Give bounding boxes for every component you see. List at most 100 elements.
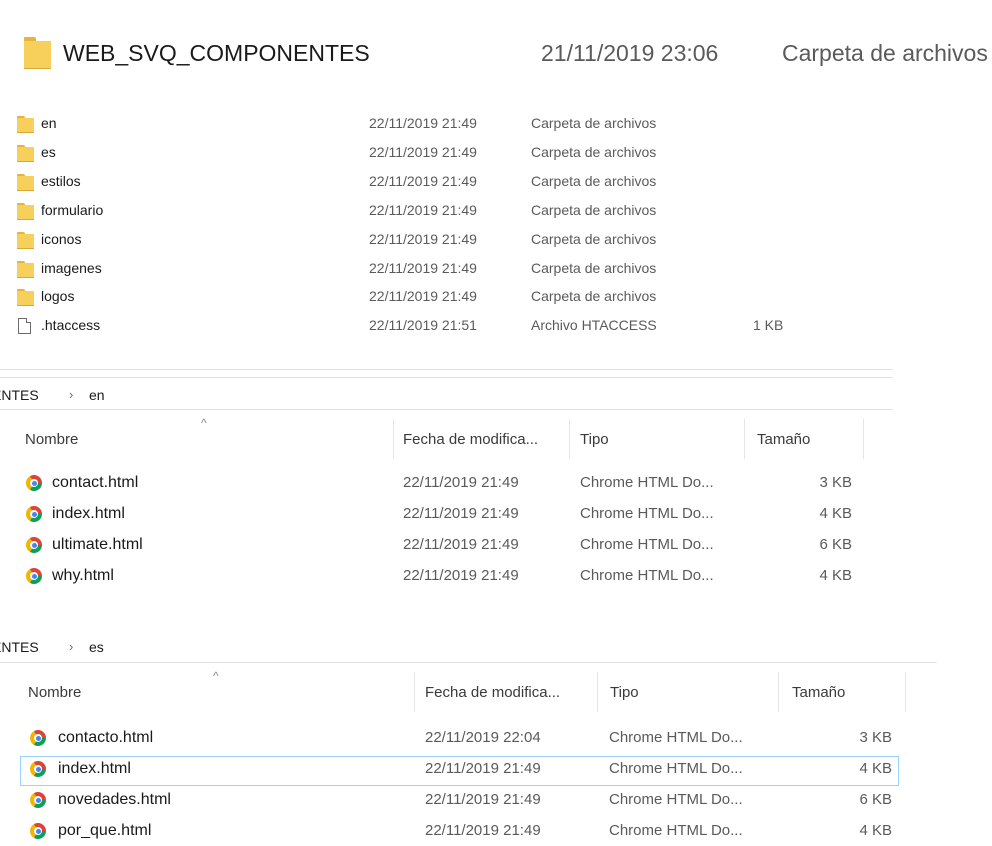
column-header-size[interactable]: Tamaño xyxy=(757,431,810,448)
file-type: Chrome HTML Do... xyxy=(580,536,714,553)
file-name: contact.html xyxy=(52,474,139,491)
column-separator[interactable] xyxy=(569,419,570,459)
column-header-date[interactable]: Fecha de modifica... xyxy=(403,431,538,448)
column-header-date[interactable]: Fecha de modifica... xyxy=(425,684,560,701)
folder-icon xyxy=(17,232,34,249)
item-name: logos xyxy=(41,288,75,304)
file-date: 22/11/2019 21:49 xyxy=(403,474,519,491)
column-separator[interactable] xyxy=(597,672,598,712)
sort-up-icon[interactable]: ^ xyxy=(201,416,207,430)
item-size: 1 KB xyxy=(753,317,784,333)
file-name: index.html xyxy=(58,760,131,777)
folder-icon xyxy=(17,203,34,220)
file-type: Chrome HTML Do... xyxy=(580,567,714,584)
file-type: Chrome HTML Do... xyxy=(609,760,743,777)
item-date: 22/11/2019 21:49 xyxy=(369,173,477,189)
item-type: Carpeta de archivos xyxy=(531,260,657,276)
chrome-icon xyxy=(30,730,46,746)
file-type: Chrome HTML Do... xyxy=(580,474,714,491)
chrome-icon xyxy=(30,823,46,839)
file-name: ultimate.html xyxy=(52,536,143,553)
chrome-icon xyxy=(26,537,42,553)
breadcrumb-current[interactable]: es xyxy=(89,639,104,655)
file-date: 22/11/2019 21:49 xyxy=(425,760,541,777)
folder-icon xyxy=(17,289,34,306)
file-date: 22/11/2019 22:04 xyxy=(425,729,541,746)
item-date: 22/11/2019 21:49 xyxy=(369,115,477,131)
item-date: 22/11/2019 21:51 xyxy=(369,317,477,333)
breadcrumb-parent[interactable]: ENTES xyxy=(0,387,39,403)
file-name: index.html xyxy=(52,505,125,522)
column-header-type[interactable]: Tipo xyxy=(610,684,639,701)
column-separator[interactable] xyxy=(778,672,779,712)
file-size: 4 KB xyxy=(819,567,852,584)
item-date: 22/11/2019 21:49 xyxy=(369,288,477,304)
column-header-name[interactable]: Nombre xyxy=(28,684,81,701)
breadcrumb-current[interactable]: en xyxy=(89,387,105,403)
file-name: contacto.html xyxy=(58,729,154,746)
file-name: novedades.html xyxy=(58,791,171,808)
item-name: imagenes xyxy=(41,260,102,276)
file-icon xyxy=(18,318,31,334)
file-size: 4 KB xyxy=(859,822,892,839)
file-type: Chrome HTML Do... xyxy=(609,791,743,808)
file-size: 6 KB xyxy=(819,536,852,553)
file-size: 3 KB xyxy=(819,474,852,491)
breadcrumb-divider xyxy=(0,409,893,410)
file-date: 22/11/2019 21:49 xyxy=(425,822,541,839)
folder-icon xyxy=(17,145,34,162)
folder-icon xyxy=(17,116,34,133)
column-separator[interactable] xyxy=(393,419,394,459)
column-separator[interactable] xyxy=(905,672,906,712)
chrome-icon xyxy=(26,506,42,522)
chrome-icon xyxy=(26,475,42,491)
column-separator[interactable] xyxy=(414,672,415,712)
file-type: Chrome HTML Do... xyxy=(609,729,743,746)
chevron-right-icon[interactable]: › xyxy=(69,387,73,402)
item-type: Carpeta de archivos xyxy=(531,231,657,247)
chrome-icon xyxy=(30,792,46,808)
folder-icon xyxy=(17,174,34,191)
chevron-right-icon[interactable]: › xyxy=(69,639,73,654)
item-date: 22/11/2019 21:49 xyxy=(369,260,477,276)
top-folder-name: WEB_SVQ_COMPONENTES xyxy=(63,40,370,66)
file-size: 6 KB xyxy=(859,791,892,808)
file-date: 22/11/2019 21:49 xyxy=(403,567,519,584)
file-date: 22/11/2019 21:49 xyxy=(403,536,519,553)
chrome-icon xyxy=(30,761,46,777)
item-type: Carpeta de archivos xyxy=(531,202,657,218)
column-header-size[interactable]: Tamaño xyxy=(792,684,845,701)
breadcrumb-parent[interactable]: ENTES xyxy=(0,639,39,655)
item-name: es xyxy=(41,144,56,160)
file-type: Chrome HTML Do... xyxy=(609,822,743,839)
file-name: por_que.html xyxy=(58,822,152,839)
column-header-name[interactable]: Nombre xyxy=(25,431,78,448)
file-date: 22/11/2019 21:49 xyxy=(403,505,519,522)
top-folder-date: 21/11/2019 23:06 xyxy=(541,40,719,66)
item-date: 22/11/2019 21:49 xyxy=(369,202,477,218)
pane-divider xyxy=(0,377,893,378)
file-size: 4 KB xyxy=(819,505,852,522)
column-separator[interactable] xyxy=(863,419,864,459)
file-size: 4 KB xyxy=(859,760,892,777)
column-header-type[interactable]: Tipo xyxy=(580,431,609,448)
item-type: Carpeta de archivos xyxy=(531,115,657,131)
item-type: Carpeta de archivos xyxy=(531,144,657,160)
item-name: .htaccess xyxy=(41,317,101,333)
file-date: 22/11/2019 21:49 xyxy=(425,791,541,808)
file-name: why.html xyxy=(52,567,114,584)
file-type: Chrome HTML Do... xyxy=(580,505,714,522)
pane-divider xyxy=(0,369,893,370)
item-name: iconos xyxy=(41,231,82,247)
sort-up-icon[interactable]: ^ xyxy=(213,669,219,683)
file-size: 3 KB xyxy=(859,729,892,746)
item-name: en xyxy=(41,115,57,131)
chrome-icon xyxy=(26,568,42,584)
item-type: Carpeta de archivos xyxy=(531,288,657,304)
column-separator[interactable] xyxy=(744,419,745,459)
breadcrumb-divider xyxy=(0,662,937,663)
top-folder-type: Carpeta de archivos xyxy=(782,40,988,66)
item-date: 22/11/2019 21:49 xyxy=(369,231,477,247)
item-type: Carpeta de archivos xyxy=(531,173,657,189)
folder-icon xyxy=(17,261,34,278)
